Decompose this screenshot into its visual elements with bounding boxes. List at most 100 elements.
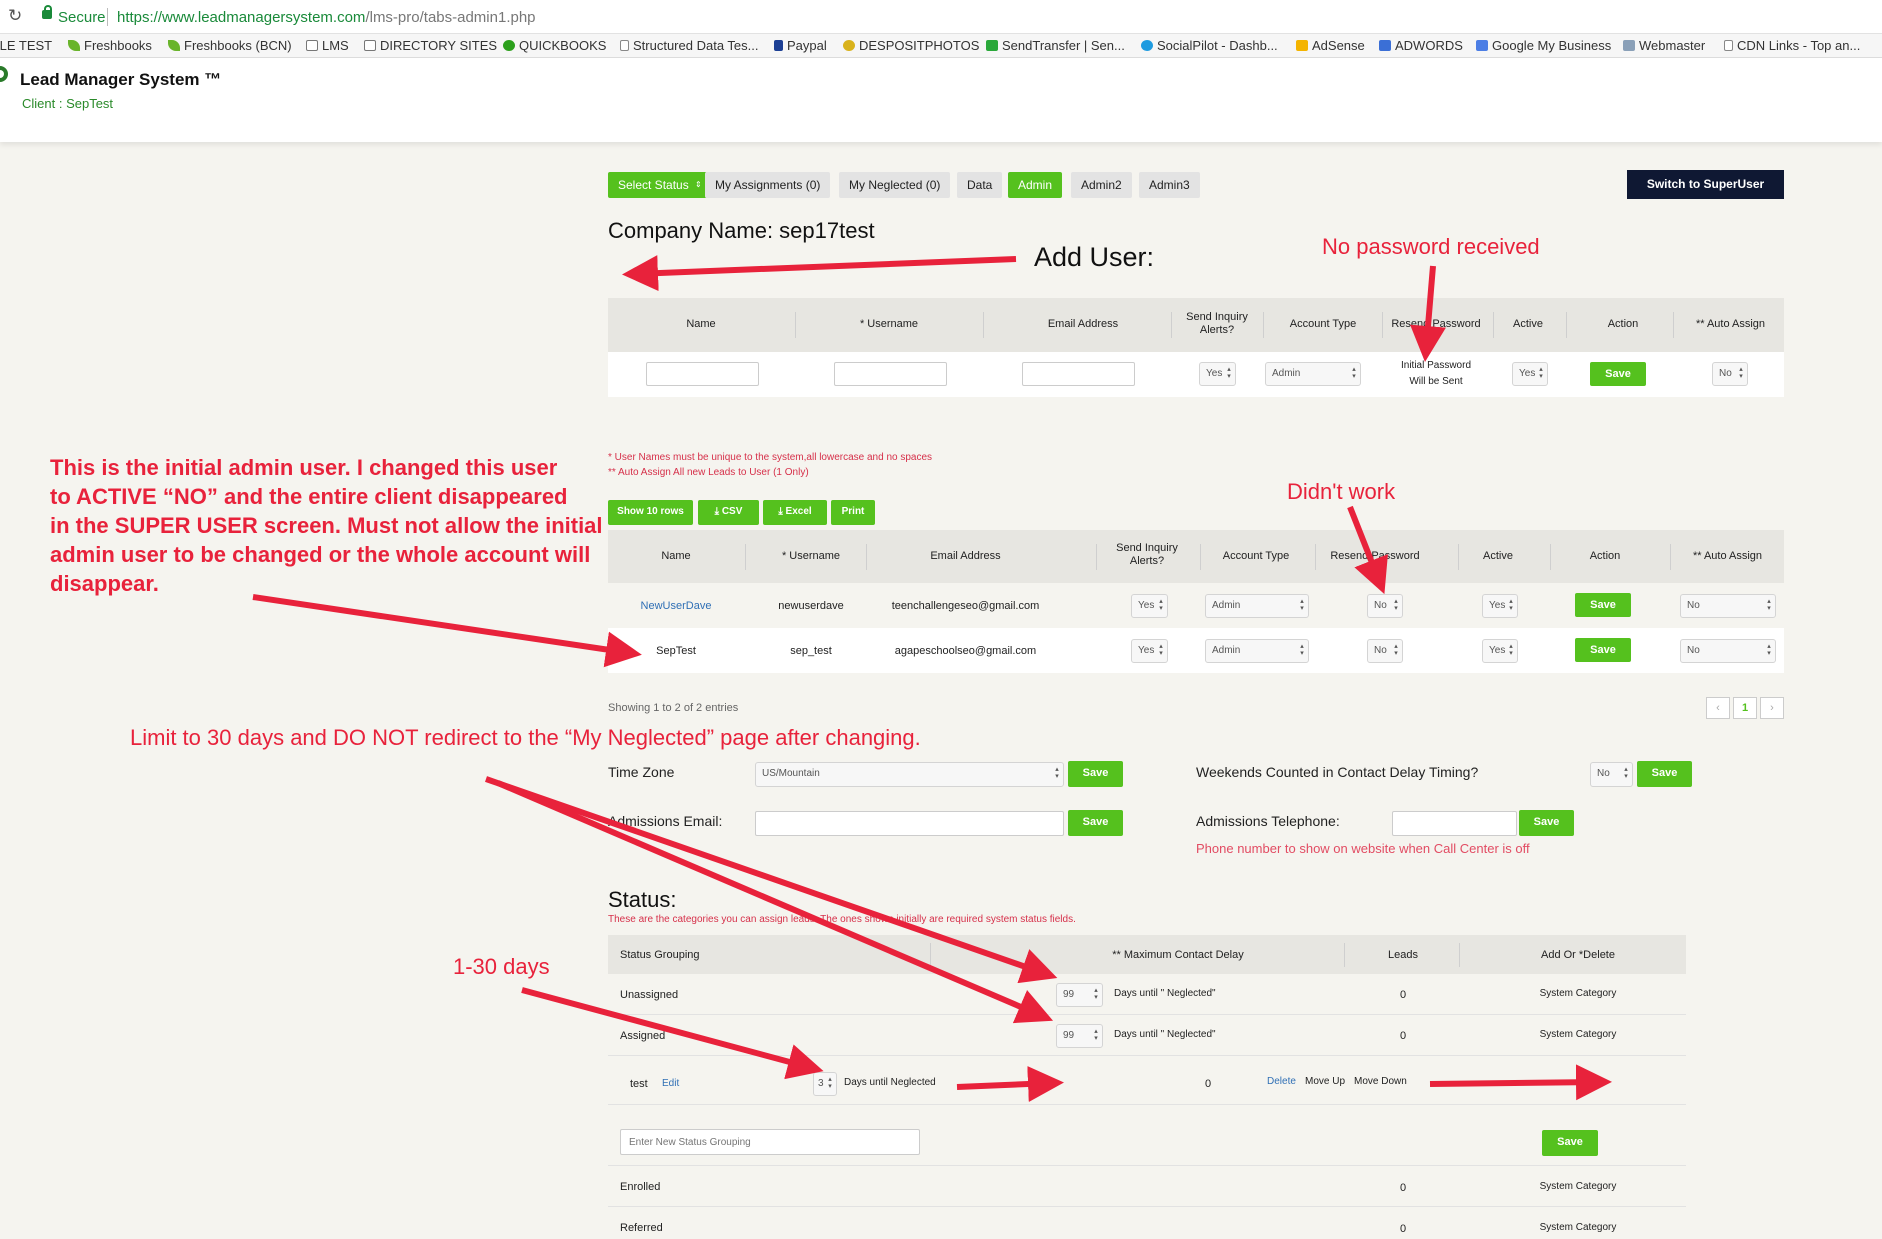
- tab-my-assignments[interactable]: My Assignments (0): [705, 172, 831, 198]
- tab-admin2[interactable]: Admin2: [1071, 172, 1132, 198]
- save-button[interactable]: Save: [1575, 593, 1631, 617]
- active-select[interactable]: Yes: [1482, 594, 1518, 619]
- auto-assign-select[interactable]: No: [1680, 594, 1776, 619]
- col-name: Name: [686, 318, 716, 330]
- bookmark[interactable]: LMS: [306, 38, 349, 53]
- bookmark[interactable]: Structured Data Tes...: [620, 38, 759, 53]
- tab-admin[interactable]: Admin: [1008, 172, 1063, 198]
- name-input[interactable]: [646, 362, 759, 386]
- save-button[interactable]: Save: [1068, 761, 1123, 787]
- send-alerts-select[interactable]: Yes: [1199, 362, 1236, 387]
- col-username: * Username: [859, 318, 919, 330]
- bookmark[interactable]: CDN Links - Top an...: [1724, 38, 1860, 53]
- tab-admin3[interactable]: Admin3: [1139, 172, 1200, 198]
- new-status-input[interactable]: [620, 1129, 920, 1155]
- divider: [930, 943, 931, 967]
- url-host: https://www.leadmanagersystem.com: [117, 9, 366, 26]
- webmaster-icon: [1623, 40, 1635, 51]
- auto-assign-select[interactable]: No: [1680, 639, 1776, 664]
- user-name-link[interactable]: NewUserDave: [628, 600, 724, 612]
- annotation-1-30-days: 1-30 days: [453, 954, 550, 979]
- col-email: Email Address: [930, 550, 1001, 562]
- col-account-type: Account Type: [1222, 550, 1290, 562]
- col-email: Email Address: [1047, 318, 1119, 330]
- admissions-email-input[interactable]: [755, 811, 1064, 836]
- divider: [1315, 544, 1316, 570]
- download-icon: ⤓: [714, 506, 722, 517]
- resend-password-select[interactable]: No: [1367, 594, 1403, 619]
- status-name: Referred: [620, 1222, 663, 1234]
- divider: [1458, 544, 1459, 570]
- app-header: Lead Manager System ™ Client : SepTest: [0, 58, 1882, 142]
- bookmark[interactable]: Paypal: [774, 38, 827, 53]
- pagination-page[interactable]: 1: [1733, 697, 1757, 719]
- reload-icon[interactable]: ↻: [8, 6, 22, 26]
- save-button[interactable]: Save: [1575, 638, 1631, 662]
- bookmark[interactable]: DIRECTORY SITES: [364, 38, 497, 53]
- account-type-select[interactable]: Admin: [1205, 639, 1309, 664]
- table-row: Referred 0 System Category: [608, 1207, 1686, 1239]
- send-alerts-select[interactable]: Yes: [1131, 639, 1168, 664]
- delay-select[interactable]: 3: [813, 1072, 837, 1097]
- browser-address-bar: ↻ Secure https://www.leadmanagersystem.c…: [0, 0, 1882, 34]
- annotation-limit-30: Limit to 30 days and DO NOT redirect to …: [130, 725, 921, 750]
- col-action: Action: [1607, 318, 1639, 330]
- save-button[interactable]: Save: [1542, 1130, 1598, 1156]
- username-input[interactable]: [834, 362, 947, 386]
- status-table-header: Status Grouping ** Maximum Contact Delay…: [608, 935, 1686, 974]
- col-action: Action: [1589, 550, 1621, 562]
- move-up-link[interactable]: Move Up: [1305, 1076, 1345, 1087]
- print-button[interactable]: Print: [831, 500, 875, 525]
- bookmark[interactable]: Google My Business: [1476, 38, 1611, 53]
- divider: [983, 312, 984, 338]
- bookmark[interactable]: ADWORDS: [1379, 38, 1463, 53]
- bookmark[interactable]: QUICKBOOKS: [503, 38, 606, 53]
- url-field[interactable]: https://www.leadmanagersystem.com/lms-pr…: [117, 9, 536, 26]
- save-button[interactable]: Save: [1637, 761, 1692, 787]
- auto-assign-select[interactable]: No: [1712, 362, 1748, 387]
- tab-select-status[interactable]: Select Status ⇕: [608, 172, 707, 198]
- excel-button[interactable]: ⤓ Excel: [763, 500, 827, 525]
- switch-superuser-button[interactable]: Switch to SuperUser: [1627, 170, 1784, 199]
- admissions-phone-input[interactable]: [1392, 811, 1517, 836]
- divider: [1673, 312, 1674, 338]
- active-select[interactable]: Yes: [1482, 639, 1518, 664]
- pagination-prev[interactable]: ‹: [1706, 697, 1730, 719]
- col-leads: Leads: [1388, 949, 1418, 961]
- delay-select[interactable]: 99: [1056, 983, 1103, 1008]
- col-auto-assign: ** Auto Assign: [1695, 318, 1766, 330]
- account-type-select[interactable]: Admin: [1265, 362, 1361, 387]
- table-row: Enrolled 0 System Category: [608, 1166, 1686, 1207]
- tab-my-neglected[interactable]: My Neglected (0): [839, 172, 951, 198]
- csv-button[interactable]: ⤓ CSV: [698, 500, 759, 525]
- resend-password-select[interactable]: No: [1367, 639, 1403, 664]
- bookmark[interactable]: ILE TEST: [0, 38, 52, 53]
- leads-count: 0: [1204, 1078, 1212, 1090]
- delete-link[interactable]: Delete: [1267, 1076, 1296, 1087]
- bookmark[interactable]: SendTransfer | Sen...: [986, 38, 1125, 53]
- timezone-select[interactable]: US/Mountain: [755, 762, 1064, 787]
- send-alerts-select[interactable]: Yes: [1131, 594, 1168, 619]
- save-button[interactable]: Save: [1068, 810, 1123, 836]
- edit-link[interactable]: Edit: [662, 1078, 679, 1089]
- move-down-link[interactable]: Move Down: [1354, 1076, 1407, 1087]
- weekends-select[interactable]: No: [1590, 762, 1633, 787]
- tab-data[interactable]: Data: [957, 172, 1003, 198]
- pagination-next[interactable]: ›: [1760, 697, 1784, 719]
- save-button[interactable]: Save: [1590, 362, 1646, 386]
- active-select[interactable]: Yes: [1512, 362, 1548, 387]
- col-alerts: Send Inquiry Alerts?: [1116, 542, 1178, 567]
- bookmark[interactable]: Freshbooks (BCN): [168, 38, 292, 53]
- show-rows-button[interactable]: Show 10 rows: [608, 500, 693, 525]
- delay-select[interactable]: 99: [1056, 1024, 1103, 1049]
- bookmark[interactable]: Freshbooks: [68, 38, 152, 53]
- bookmark[interactable]: SocialPilot - Dashb...: [1141, 38, 1278, 53]
- email-input[interactable]: [1022, 362, 1135, 386]
- bookmark[interactable]: DESPOSITPHOTOS: [843, 38, 979, 53]
- divider: [1096, 544, 1097, 570]
- save-button[interactable]: Save: [1519, 810, 1574, 836]
- page-icon: [1724, 40, 1733, 51]
- bookmark[interactable]: Webmaster: [1623, 38, 1705, 53]
- bookmark[interactable]: AdSense: [1296, 38, 1365, 53]
- account-type-select[interactable]: Admin: [1205, 594, 1309, 619]
